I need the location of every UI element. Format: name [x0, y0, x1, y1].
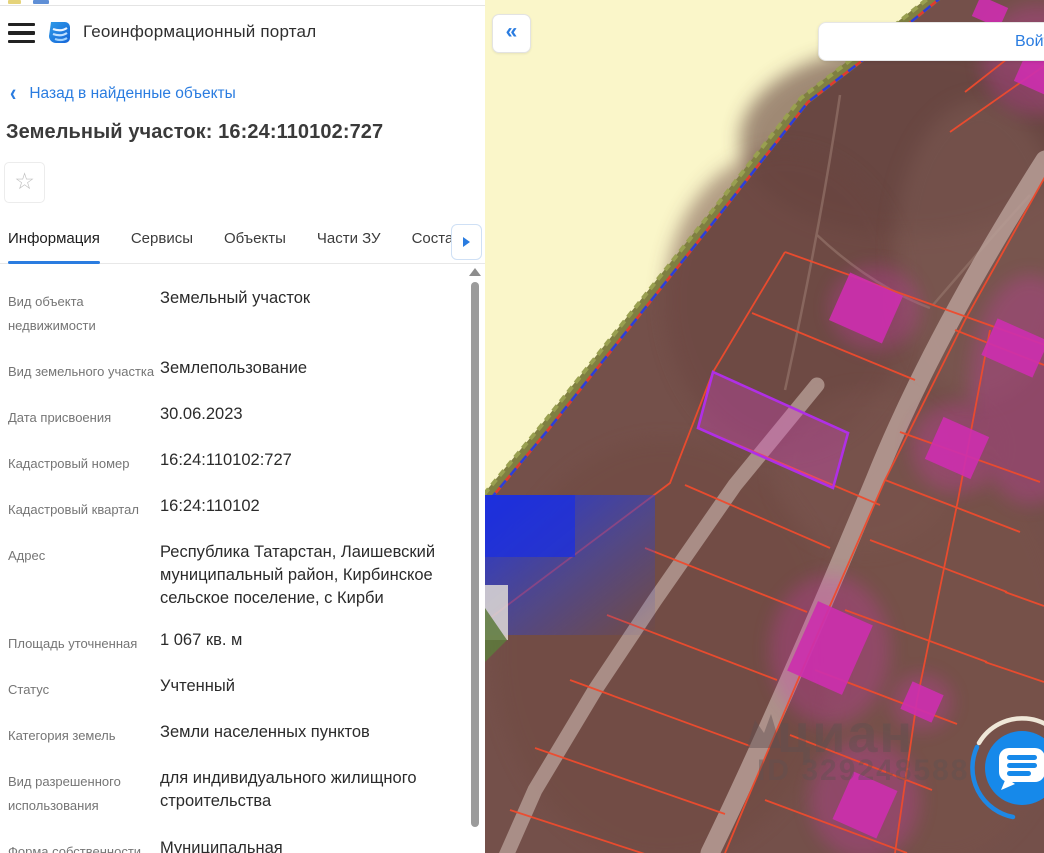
- field-value: Земли населенных пунктов: [160, 723, 370, 741]
- info-row: Кадастровый номер 16:24:110102:727: [8, 439, 471, 485]
- tab-bar: Информация Сервисы Объекты Части ЗУ Состав: [0, 227, 485, 264]
- field-label: Форма собственности: [8, 844, 142, 853]
- app-title: Геоинформационный портал: [83, 22, 317, 41]
- map-canvas: циан ID 329248588: [485, 0, 1044, 853]
- field-label: Площадь уточненная: [8, 636, 138, 651]
- portal-logo-icon: [49, 21, 70, 43]
- field-value: Земельный участок: [160, 289, 311, 307]
- field-label: Кадастровый номер: [8, 456, 130, 471]
- tabs-scroll-right-button[interactable]: [451, 224, 482, 260]
- tab-объекты[interactable]: Объекты: [224, 227, 286, 263]
- field-value: 1 067 кв. м: [160, 631, 243, 649]
- field-label: Дата присвоения: [8, 410, 112, 425]
- scrollbar-thumb[interactable]: [471, 282, 479, 827]
- info-row: Вид земельного участка Землепользование: [8, 347, 471, 393]
- login-button[interactable]: Войти: [1015, 33, 1044, 51]
- field-label: Вид объекта недвижимости: [8, 294, 96, 333]
- field-value: для индивидуального жилищного строительс…: [160, 769, 417, 810]
- watermark-id: ID 329248588: [757, 754, 970, 787]
- info-row: Площадь уточненная 1 067 кв. м: [8, 619, 471, 665]
- browser-artifact: [8, 0, 21, 4]
- info-row: Форма собственности Муниципальная: [8, 827, 471, 853]
- field-value: Республика Татарстан, Лаишевский муницип…: [160, 543, 436, 607]
- double-chevron-left-icon: «: [505, 20, 518, 43]
- tab-информация[interactable]: Информация: [8, 227, 100, 264]
- field-label: Адрес: [8, 548, 46, 563]
- scroll-up-arrow[interactable]: [469, 268, 481, 276]
- info-row: Статус Учтенный: [8, 665, 471, 711]
- info-row: Адрес Республика Татарстан, Лаишевский му…: [8, 531, 471, 619]
- field-label: Вид земельного участка: [8, 364, 155, 379]
- object-info-panel: Геоинформационный портал ‹ Назад в найде…: [0, 6, 485, 853]
- field-value: Муниципальная: [160, 839, 283, 853]
- collapse-panel-button[interactable]: «: [492, 14, 531, 53]
- field-label: Статус: [8, 682, 50, 697]
- field-value: Учтенный: [160, 677, 235, 695]
- field-value: Землепользование: [160, 359, 308, 377]
- browser-artifact: [33, 0, 49, 4]
- tab-сервисы[interactable]: Сервисы: [131, 227, 193, 263]
- field-label: Кадастровый квартал: [8, 502, 139, 517]
- field-value: 30.06.2023: [160, 405, 243, 423]
- star-icon: ☆: [14, 168, 35, 194]
- info-row: Вид разрешенного использования для индиви…: [8, 757, 471, 827]
- field-value: 16:24:110102:727: [160, 451, 292, 469]
- info-row: Категория земель Земли населенных пунктов: [8, 711, 471, 757]
- chevron-left-icon: ‹: [10, 80, 17, 107]
- map-viewport[interactable]: циан ID 329248588 « Войти: [485, 0, 1044, 853]
- favorite-button[interactable]: ☆: [4, 162, 45, 203]
- info-row: Дата присвоения 30.06.2023: [8, 393, 471, 439]
- info-field-list: Вид объекта недвижимости Земельный участо…: [0, 265, 471, 853]
- tab-части-зу[interactable]: Части ЗУ: [317, 227, 381, 263]
- field-value: 16:24:110102: [160, 497, 260, 515]
- map-toolbar: Войти: [818, 22, 1044, 61]
- page-title: Земельный участок: 16:24:110102:727: [6, 121, 384, 143]
- field-label: Категория земель: [8, 728, 116, 743]
- info-row: Вид объекта недвижимости Земельный участо…: [8, 277, 471, 347]
- triangle-right-icon: [463, 237, 470, 247]
- panel-scrollbar: [468, 268, 482, 853]
- back-link[interactable]: ‹ Назад в найденные объекты: [10, 80, 485, 107]
- field-label: Вид разрешенного использования: [8, 774, 121, 813]
- geoportal-app: Геоинформационный портал ‹ Назад в найде…: [0, 0, 1044, 853]
- menu-icon[interactable]: [8, 23, 36, 43]
- panel-header: Геоинформационный портал: [0, 6, 485, 58]
- info-row: Кадастровый квартал 16:24:110102: [8, 485, 471, 531]
